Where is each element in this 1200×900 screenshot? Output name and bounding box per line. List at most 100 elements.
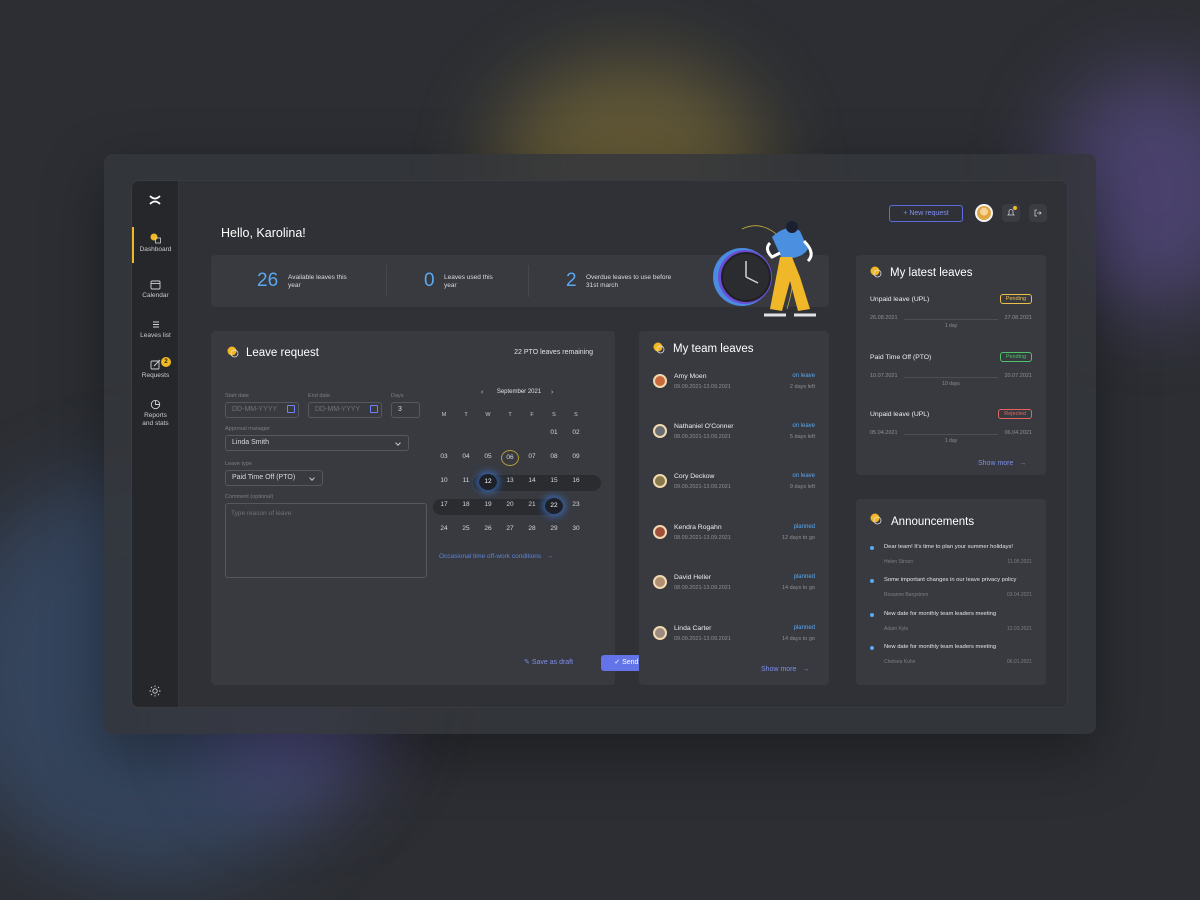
sidebar-item-label: Reports and stats [142,412,169,427]
calendar-day[interactable]: 30 [567,522,585,536]
app-window: Dashboard Calendar Leaves list 2 Request… [131,180,1068,708]
bullet [870,579,874,583]
days-field[interactable]: 3 [391,402,420,418]
sidebar-item-calendar[interactable]: Calendar [132,279,179,300]
team-row[interactable]: Kendra Rogahn 08.09.2021-13.09.2021 plan… [653,524,815,548]
member-dates: 09.09.2021-13.09.2021 [674,484,731,490]
avatar [653,525,667,539]
calendar-day[interactable]: 13 [501,474,519,488]
requests-badge: 2 [161,357,171,367]
team-row[interactable]: Nathaniel O'Conner 08.09.2021-13.09.2021… [653,423,815,447]
calendar-day[interactable]: 02 [567,426,585,440]
notification-dot [1013,206,1017,210]
avatar[interactable] [975,204,993,222]
team-row[interactable]: David Heller 08.09.2021-13.09.2021 plann… [653,574,815,598]
calendar-day[interactable]: 28 [523,522,541,536]
calendar-day[interactable]: 10 [435,474,453,488]
calendar-day[interactable]: 23 [567,498,585,512]
avatar [653,474,667,488]
leave-type-select[interactable]: Paid Time Off (PTO) [225,470,323,486]
leave-start: 26.08.2021 [870,315,898,321]
save-draft-button[interactable]: ✎ Save as draft [524,658,573,666]
sidebar-item-requests[interactable]: 2 Requests [132,357,179,380]
speech-bubble-icon [870,513,882,525]
sidebar-item-dashboard[interactable]: Dashboard [132,227,179,263]
team-row[interactable]: Linda Carter 09.09.2021-13.09.2021 plann… [653,625,815,649]
manager-label: Approval manager [225,426,270,432]
theme-toggle-sun-icon[interactable] [149,685,161,697]
calendar-day[interactable]: 16 [567,474,585,488]
announcement-item[interactable]: New date for monthly team leaders meetin… [870,644,1032,672]
announcement-date: 12.03.2021 [1006,626,1032,632]
status-badge: Pending [999,352,1032,362]
calendar-day[interactable]: 03 [435,450,453,464]
conditions-link-text: Occasional time off-work conditions [439,553,542,560]
announcement-text: New date for monthly team leaders meetin… [884,644,997,650]
new-request-button[interactable]: + New request [889,205,963,222]
team-row[interactable]: Amy Moen 09.09.2021-13.09.2021 on leave … [653,373,815,397]
avatar [653,374,667,388]
leave-duration: 1 day [944,438,958,444]
bullet [870,646,874,650]
calendar-day[interactable]: 14 [523,474,541,488]
latest-show-more-link[interactable]: Show more → [978,460,1026,467]
conditions-link[interactable]: Occasional time off-work conditions → [439,553,553,560]
calendar-day[interactable]: 22 [545,498,563,514]
leave-item[interactable]: Paid Time Off (PTO) Pending 10.07.2021 2… [870,352,1032,394]
announcements-card: Announcements Dear team! It's time to pl… [856,499,1046,685]
leave-item[interactable]: Unpaid leave (UPL) Rejected 05.04.2021 0… [870,409,1032,451]
announcement-author: Roxanne Bergstrom [884,592,929,598]
calendar-day[interactable]: 21 [523,498,541,512]
logo-icon[interactable] [148,193,162,207]
team-row[interactable]: Cory Deckow 09.09.2021-13.09.2021 on lea… [653,473,815,497]
calendar-day[interactable]: 04 [457,450,475,464]
notifications-button[interactable] [1002,204,1020,222]
start-date-label: Start date [225,393,249,399]
leave-duration: 1 day [944,323,958,329]
member-remaining: 5 days left [789,434,815,440]
sidebar-item-reports[interactable]: Reports and stats [132,399,179,428]
comment-textarea[interactable]: Type reason of leave [225,503,427,578]
calendar-day[interactable]: 27 [501,522,519,536]
announcement-text: Some important changes in our leave priv… [884,577,1017,583]
leave-end: 20.07.2021 [1004,373,1032,379]
latest-leaves-title: My latest leaves [890,267,973,279]
member-status: planned [793,625,815,631]
calendar-day[interactable]: 15 [545,474,563,488]
type-label: Leave type [225,461,252,467]
calendar-icon[interactable] [287,405,295,413]
announcement-item[interactable]: Some important changes in our leave priv… [870,577,1032,605]
member-dates: 09.09.2021-13.09.2021 [674,384,731,390]
calendar-icon[interactable] [370,405,378,413]
team-show-more-link[interactable]: Show more → [761,666,809,673]
calendar-day[interactable]: 29 [545,522,563,536]
calendar-day[interactable]: 11 [457,474,475,488]
weekday-label: W [485,412,491,418]
calendar-day[interactable]: 01 [545,426,563,440]
next-month-icon[interactable]: › [551,389,553,396]
announcement-author: Helen Strozo [884,559,913,565]
logout-button[interactable] [1029,204,1047,222]
timeline [904,377,998,378]
calendar-day[interactable]: 08 [545,450,563,464]
calendar-day[interactable]: 26 [479,522,497,536]
calendar-day[interactable]: 19 [479,498,497,512]
calendar-day[interactable]: 12 [479,474,497,490]
leave-item[interactable]: Unpaid leave (UPL) Pending 26.08.2021 27… [870,294,1032,336]
calendar-day[interactable]: 09 [567,450,585,464]
calendar-day[interactable]: 25 [457,522,475,536]
calendar-day[interactable]: 06 [501,450,519,466]
weekday-label: T [508,412,512,418]
calendar-day[interactable]: 20 [501,498,519,512]
calendar-day[interactable]: 17 [435,498,453,512]
sidebar-item-leaves-list[interactable]: Leaves list [132,319,179,340]
weekday-label: S [552,412,556,418]
manager-select[interactable]: Linda Smith [225,435,409,451]
calendar-day[interactable]: 24 [435,522,453,536]
member-dates: 08.09.2021-13.09.2021 [674,535,731,541]
calendar-day[interactable]: 05 [479,450,497,464]
calendar-day[interactable]: 07 [523,450,541,464]
calendar-day[interactable]: 18 [457,498,475,512]
announcement-item[interactable]: Dear team! It's time to plan your summer… [870,544,1032,572]
announcement-item[interactable]: New date for monthly team leaders meetin… [870,611,1032,639]
